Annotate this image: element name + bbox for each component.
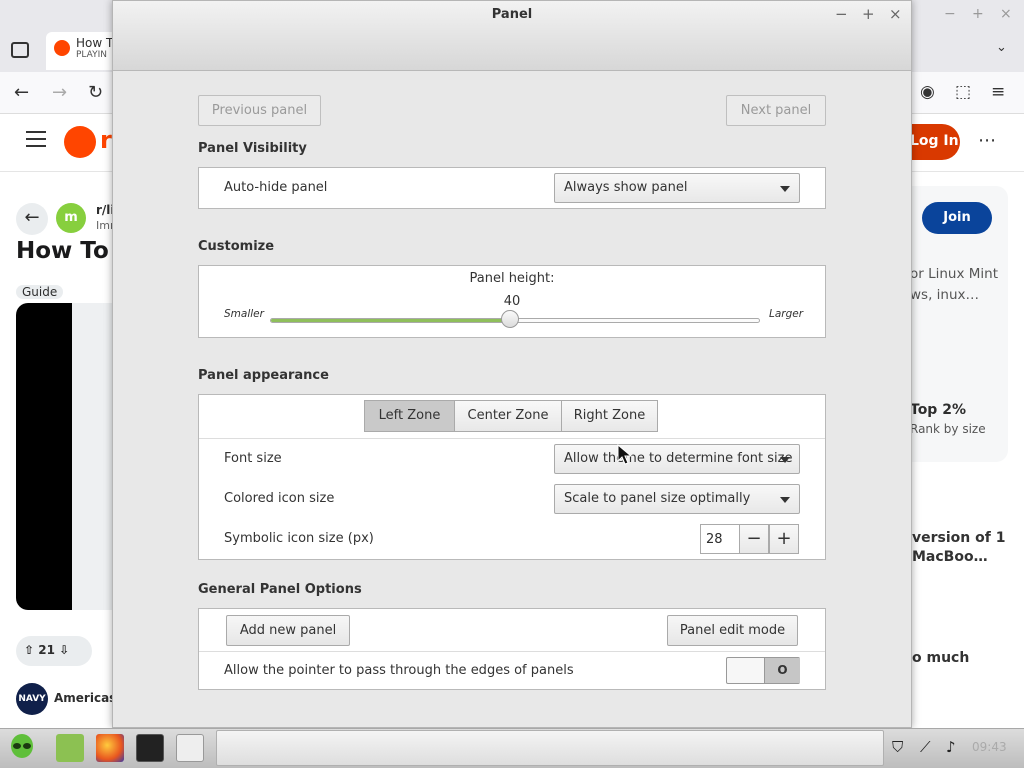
account-icon[interactable]: ◉ <box>920 82 935 102</box>
next-panel-button[interactable]: Next panel <box>726 95 826 126</box>
tab-center-zone[interactable]: Center Zone <box>454 400 562 432</box>
browser-tab-subtitle: PLAYIN <box>76 50 107 60</box>
menu-icon[interactable]: ≡ <box>991 82 1005 102</box>
clock[interactable]: 09:43 <box>972 740 1007 754</box>
dropdown-arrow-icon <box>780 497 790 503</box>
add-new-panel-button[interactable]: Add new panel <box>226 615 350 646</box>
dialog-close-button[interactable]: × <box>889 5 902 23</box>
toggle-knob: O <box>764 658 800 683</box>
vote-count: 21 <box>38 643 55 657</box>
slider-smaller-label: Smaller <box>224 308 264 320</box>
browser-maximize-button[interactable]: + <box>972 6 984 22</box>
browser-tab[interactable]: How T PLAYIN <box>46 32 112 70</box>
dialog-titlebar[interactable]: Panel − + × <box>113 1 911 71</box>
vote-widget[interactable]: ⇧ 21 ⇩ <box>16 636 92 666</box>
reddit-logo-icon[interactable] <box>64 126 96 158</box>
ad-avatar[interactable]: NAVY <box>16 683 48 715</box>
mouse-cursor-icon <box>617 444 633 465</box>
video-frame <box>72 303 112 610</box>
symbolic-icon-size-label: Symbolic icon size (px) <box>224 531 374 546</box>
post-flair[interactable]: Guide <box>16 285 64 299</box>
panel-edit-mode-button[interactable]: Panel edit mode <box>667 615 798 646</box>
slider-fill <box>271 319 511 322</box>
colored-icon-size-combo[interactable]: Scale to panel size optimally <box>554 484 800 514</box>
symbolic-icon-size-input[interactable]: 28 <box>700 524 740 554</box>
sidebar-rank-link[interactable]: Rank by size <box>910 422 986 436</box>
sidebar-rank-value: Top 2% <box>910 402 966 418</box>
sound-icon[interactable]: ♪ <box>946 738 956 756</box>
related-post-title-2[interactable]: o much <box>912 650 969 666</box>
post-back-button[interactable]: ← <box>16 203 48 235</box>
tab-overview-icon[interactable] <box>11 42 29 58</box>
terminal-icon[interactable] <box>136 734 164 762</box>
panel-settings-taskbar-icon[interactable] <box>176 734 204 762</box>
decrement-button[interactable]: − <box>739 524 769 554</box>
dialog-title: Panel <box>491 7 533 22</box>
sidebar-description: or Linux Mint ws, inux… <box>910 266 999 303</box>
divider <box>199 438 825 439</box>
panel-height-label: Panel height: <box>469 271 555 286</box>
browser-tab-title: How T <box>76 36 112 50</box>
general-options-heading: General Panel Options <box>198 582 362 597</box>
forward-icon[interactable]: → <box>52 82 67 103</box>
browser-close-button[interactable]: × <box>1000 6 1012 22</box>
pointer-pass-toggle[interactable]: O <box>726 657 800 684</box>
slider-larger-label: Larger <box>769 308 804 320</box>
more-options-icon[interactable]: ⋯ <box>978 130 996 151</box>
font-size-combo[interactable]: Allow theme to determine font size <box>554 444 800 474</box>
shield-icon[interactable]: ⛉ <box>892 738 903 756</box>
join-button[interactable]: Join <box>922 202 992 234</box>
dropdown-arrow-icon <box>780 457 790 463</box>
previous-panel-button[interactable]: Previous panel <box>198 95 321 126</box>
increment-button[interactable]: + <box>769 524 799 554</box>
post-title: How To I <box>16 238 126 264</box>
hamburger-icon[interactable] <box>26 131 46 147</box>
files-icon[interactable] <box>56 734 84 762</box>
browser-minimize-button[interactable]: − <box>944 6 956 22</box>
divider <box>199 651 825 652</box>
reddit-favicon-icon <box>54 40 70 56</box>
network-icon[interactable]: ⟋ <box>920 738 931 756</box>
dropdown-arrow-icon <box>780 186 790 192</box>
firefox-icon[interactable] <box>96 734 124 762</box>
dialog-minimize-button[interactable]: − <box>835 5 848 23</box>
tab-right-zone[interactable]: Right Zone <box>561 400 658 432</box>
autohide-combo-value: Always show panel <box>564 180 688 195</box>
extensions-icon[interactable]: ⬚ <box>955 82 971 102</box>
related-post-title[interactable]: version of 1 MacBoo… <box>912 529 1022 567</box>
panel-height-value: 40 <box>503 294 521 309</box>
autohide-combo[interactable]: Always show panel <box>554 173 800 203</box>
autohide-label: Auto-hide panel <box>224 180 328 195</box>
colored-icon-size-value: Scale to panel size optimally <box>564 491 751 506</box>
font-size-label: Font size <box>224 451 282 466</box>
pointer-pass-label: Allow the pointer to pass through the ed… <box>224 663 574 678</box>
reddit-logo-text[interactable]: r <box>100 126 112 154</box>
subreddit-avatar[interactable]: m <box>56 203 86 233</box>
dialog-maximize-button[interactable]: + <box>862 5 875 23</box>
taskbar-window-button[interactable] <box>216 730 884 766</box>
back-icon[interactable]: ← <box>14 82 29 103</box>
panel-visibility-heading: Panel Visibility <box>198 141 307 156</box>
colored-icon-size-label: Colored icon size <box>224 491 335 506</box>
tab-left-zone[interactable]: Left Zone <box>364 400 455 432</box>
slider-handle[interactable] <box>501 310 519 328</box>
font-size-combo-value: Allow theme to determine font size <box>564 451 793 466</box>
tab-list-chevron-icon[interactable]: ⌄ <box>996 40 1007 55</box>
customize-heading: Customize <box>198 239 275 254</box>
reload-icon[interactable]: ↻ <box>88 82 103 103</box>
menu-alien-icon[interactable] <box>8 733 36 763</box>
panel-appearance-heading: Panel appearance <box>198 368 329 383</box>
